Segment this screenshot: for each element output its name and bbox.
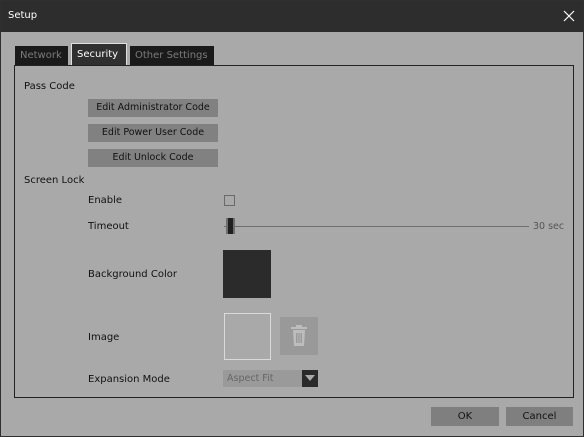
expansion-mode-select[interactable]: Aspect Fit	[223, 370, 318, 387]
delete-image-button[interactable]	[280, 317, 318, 355]
expansion-mode-dropdown-button[interactable]	[302, 370, 318, 387]
title-bar[interactable]: Setup	[1, 1, 583, 32]
timeout-value: 30 sec	[533, 221, 565, 232]
image-label: Image	[88, 332, 120, 343]
pass-code-heading: Pass Code	[24, 81, 75, 92]
timeout-slider-thumb[interactable]	[226, 218, 235, 234]
trash-icon	[291, 325, 307, 346]
tab-security[interactable]: Security	[71, 43, 127, 65]
window-title: Setup	[8, 10, 38, 21]
timeout-slider-track[interactable]	[224, 226, 529, 227]
screen-lock-heading: Screen Lock	[24, 175, 85, 186]
background-color-label: Background Color	[88, 269, 177, 280]
security-panel: Pass Code Edit Administrator Code Edit P…	[14, 65, 574, 398]
image-preview[interactable]	[224, 313, 271, 360]
expansion-mode-value: Aspect Fit	[227, 373, 274, 384]
enable-label: Enable	[88, 195, 123, 206]
timeout-label: Timeout	[88, 221, 129, 232]
edit-administrator-code-button[interactable]: Edit Administrator Code	[88, 99, 218, 117]
setup-dialog: Setup Network Security Other Settings Pa…	[0, 0, 584, 437]
tab-other-settings[interactable]: Other Settings	[130, 46, 214, 65]
tab-network[interactable]: Network	[15, 46, 68, 65]
close-button[interactable]	[561, 8, 577, 24]
expansion-mode-label: Expansion Mode	[88, 374, 170, 385]
edit-power-user-code-button[interactable]: Edit Power User Code	[88, 124, 218, 142]
cancel-button[interactable]: Cancel	[506, 407, 573, 426]
enable-checkbox[interactable]	[224, 195, 235, 206]
edit-unlock-code-button[interactable]: Edit Unlock Code	[88, 149, 218, 167]
close-icon	[563, 10, 575, 22]
ok-button[interactable]: OK	[431, 407, 499, 426]
background-color-swatch[interactable]	[223, 250, 271, 298]
chevron-down-icon	[305, 375, 315, 381]
